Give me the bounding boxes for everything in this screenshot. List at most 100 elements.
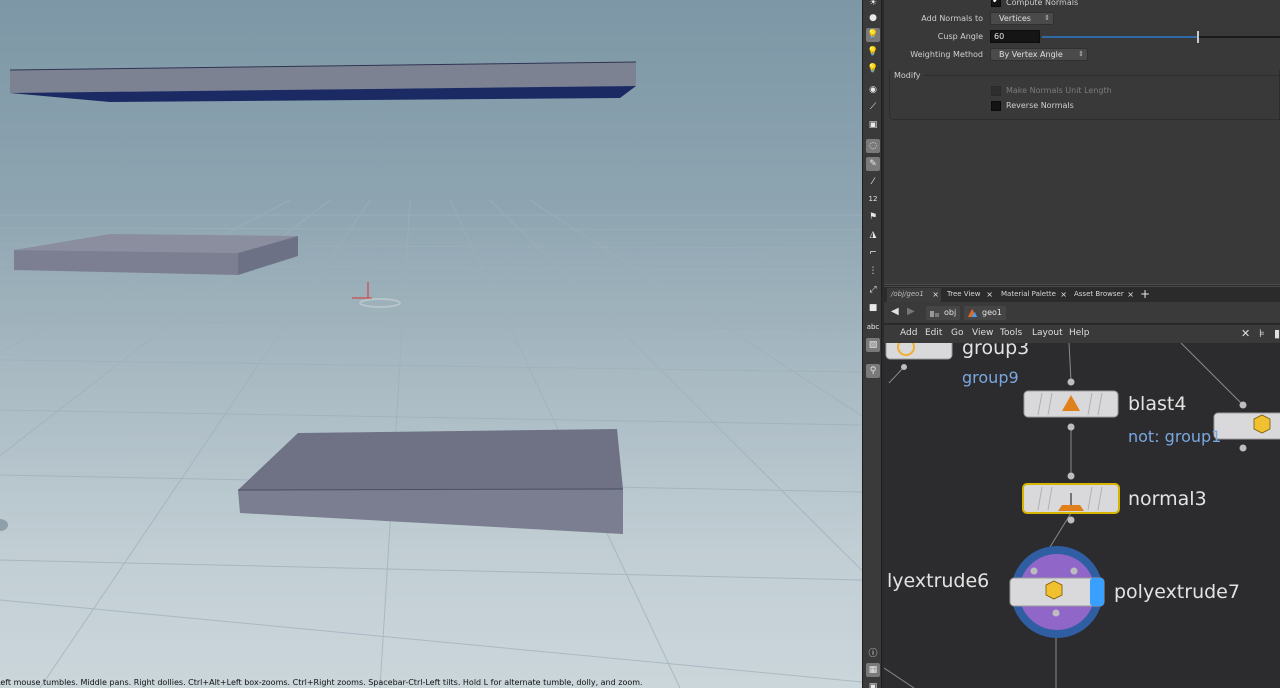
add-normals-select[interactable]: Vertices ⇕ bbox=[990, 12, 1054, 25]
weighting-method-label: Weighting Method bbox=[910, 50, 983, 59]
unit-length-checkbox[interactable] bbox=[991, 86, 1001, 96]
forward-button[interactable]: ▶ bbox=[907, 306, 915, 317]
add-normals-value: Vertices bbox=[999, 14, 1031, 23]
brush-icon[interactable]: ✎ bbox=[866, 157, 880, 171]
geo-icon bbox=[968, 309, 977, 317]
ruler-icon[interactable]: ⟋ bbox=[866, 100, 880, 114]
node-group3[interactable] bbox=[885, 343, 953, 370]
close-icon[interactable]: × bbox=[1127, 288, 1134, 301]
viewport-toolbar: ☀ ● 💡 💡 💡 ◉ ⟋ ▣ ◌ ✎ ⁄ 12 ⚑ ◮ ⌐ ⋮ ⤢ ■ abc… bbox=[862, 0, 882, 688]
menu-edit[interactable]: Edit bbox=[925, 328, 942, 338]
breadcrumb-geo1[interactable]: geo1 bbox=[964, 306, 1006, 320]
path-bar: ◀ ▶ obj geo1 bbox=[884, 302, 1280, 324]
back-button[interactable]: ◀ bbox=[891, 306, 899, 317]
compute-normals-label: Compute Normals bbox=[1006, 0, 1079, 7]
menu-view[interactable]: View bbox=[972, 328, 993, 338]
camera-bottom-icon[interactable]: ▣ bbox=[866, 680, 880, 688]
light-bulb-icon[interactable]: 💡 bbox=[866, 28, 880, 42]
scene-canvas[interactable] bbox=[0, 0, 862, 688]
cusp-angle-slider-fill bbox=[1042, 36, 1198, 38]
cusp-angle-label: Cusp Angle bbox=[937, 32, 983, 41]
slab-middle[interactable] bbox=[14, 234, 298, 275]
joint-icon[interactable]: ⤢ bbox=[866, 283, 880, 297]
updown-icon: ⇕ bbox=[1044, 14, 1050, 22]
node-blast4[interactable] bbox=[1023, 378, 1119, 431]
grid-icon[interactable]: ⋮ bbox=[866, 264, 880, 278]
close-icon[interactable]: × bbox=[986, 288, 993, 301]
slab-top[interactable] bbox=[9, 61, 637, 102]
light-bulb-blue-icon[interactable]: 💡 bbox=[866, 62, 880, 76]
node-polyextrude7[interactable] bbox=[1009, 546, 1105, 638]
unit-length-label: Make Normals Unit Length bbox=[1006, 86, 1112, 95]
tab-tree-view[interactable]: Tree View × bbox=[943, 288, 995, 302]
node-label-group3: group3 bbox=[962, 343, 1030, 359]
sphere-icon[interactable]: ● bbox=[866, 11, 880, 25]
tree-icon[interactable]: ⊧ bbox=[1259, 327, 1265, 340]
node-sublabel-blast4: not: group1 bbox=[1128, 427, 1222, 446]
layout-icon[interactable]: ▦ bbox=[866, 663, 880, 677]
node-label-polyextrude7: polyextrude7 bbox=[1114, 581, 1240, 603]
camera-rig-icon[interactable]: ▣ bbox=[866, 118, 880, 132]
tab-material-palette[interactable]: Material Palette × bbox=[997, 288, 1069, 302]
weighting-method-select[interactable]: By Vertex Angle ⇕ bbox=[990, 48, 1088, 61]
node-sublabel-group9: group9 bbox=[962, 368, 1019, 387]
breadcrumb-obj[interactable]: obj bbox=[926, 306, 961, 320]
pin-icon[interactable]: ⚲ bbox=[866, 364, 880, 378]
bend-icon[interactable]: ⌐ bbox=[866, 246, 880, 260]
box-icon[interactable]: ■ bbox=[866, 301, 880, 315]
tab-label: Asset Browser bbox=[1074, 290, 1124, 298]
grid-markers bbox=[0, 519, 8, 531]
obj-icon bbox=[930, 311, 939, 317]
count-icon[interactable]: 12 bbox=[866, 192, 880, 206]
image-icon[interactable]: ▨ bbox=[866, 338, 880, 352]
flag-icon[interactable]: ⚑ bbox=[866, 210, 880, 224]
camera-icon[interactable]: ◉ bbox=[866, 83, 880, 97]
light-bulb-yellow-icon[interactable]: 💡 bbox=[866, 45, 880, 59]
menu-add[interactable]: Add bbox=[900, 328, 917, 338]
menu-help[interactable]: Help bbox=[1069, 328, 1090, 338]
node-label-blast4: blast4 bbox=[1128, 393, 1187, 415]
light-icon[interactable]: ☀ bbox=[866, 0, 880, 10]
node-label-polyextrude6: lyextrude6 bbox=[887, 570, 990, 592]
add-normals-label: Add Normals to bbox=[921, 14, 983, 23]
close-icon[interactable]: × bbox=[1060, 288, 1067, 301]
measure-icon[interactable]: ◮ bbox=[866, 228, 880, 242]
viewport-hint-text: Left mouse tumbles. Middle pans. Right d… bbox=[0, 678, 643, 687]
eyedropper-icon[interactable]: ⁄ bbox=[866, 175, 880, 189]
tab-label: /obj/geo1 bbox=[891, 290, 924, 298]
cusp-angle-slider-handle[interactable] bbox=[1197, 31, 1199, 43]
panel-icon[interactable]: ▮ bbox=[1274, 327, 1280, 340]
tab-asset-browser[interactable]: Asset Browser × bbox=[1070, 288, 1136, 302]
breadcrumb-label: obj bbox=[944, 308, 957, 317]
pane-splitter[interactable] bbox=[884, 284, 1280, 285]
pane-tabs: /obj/geo1 × Tree View × Material Palette… bbox=[884, 286, 1280, 302]
updown-icon: ⇕ bbox=[1078, 50, 1084, 58]
cusp-angle-slider[interactable] bbox=[1042, 31, 1280, 43]
menu-tools[interactable]: Tools bbox=[1000, 328, 1022, 338]
network-editor[interactable]: group3 group9 blast4 not: group1 normal3… bbox=[884, 343, 1280, 688]
menu-layout[interactable]: Layout bbox=[1032, 328, 1063, 338]
tab-label: Material Palette bbox=[1001, 290, 1056, 298]
viewport[interactable]: Left mouse tumbles. Middle pans. Right d… bbox=[0, 0, 862, 688]
node-polyextrude-right[interactable] bbox=[1213, 401, 1280, 452]
close-icon[interactable]: × bbox=[932, 288, 939, 301]
weighting-method-value: By Vertex Angle bbox=[999, 50, 1063, 59]
node-label-normal3: normal3 bbox=[1128, 488, 1207, 510]
wrench-icon[interactable]: ✕ bbox=[1241, 327, 1250, 340]
node-normal3[interactable] bbox=[1022, 472, 1120, 524]
text-icon[interactable]: abc bbox=[866, 320, 880, 334]
cusp-angle-input[interactable]: 60 bbox=[990, 30, 1040, 43]
reverse-normals-checkbox[interactable] bbox=[991, 101, 1001, 111]
compute-normals-checkbox[interactable]: ✔ bbox=[991, 0, 1001, 7]
parameter-pane: ✔ Compute Normals Add Normals to Vertice… bbox=[884, 0, 1280, 285]
info-icon[interactable]: ⓘ bbox=[866, 645, 880, 659]
select-icon[interactable]: ◌ bbox=[866, 139, 880, 153]
tab-label: Tree View bbox=[947, 290, 981, 298]
tab-network[interactable]: /obj/geo1 × bbox=[887, 288, 941, 302]
network-graph[interactable] bbox=[884, 343, 1280, 688]
add-tab-button[interactable]: + bbox=[1140, 287, 1150, 301]
slab-bottom[interactable] bbox=[237, 429, 624, 534]
menu-go[interactable]: Go bbox=[951, 328, 963, 338]
reverse-normals-label: Reverse Normals bbox=[1006, 101, 1074, 110]
origin-gizmo bbox=[352, 282, 401, 308]
